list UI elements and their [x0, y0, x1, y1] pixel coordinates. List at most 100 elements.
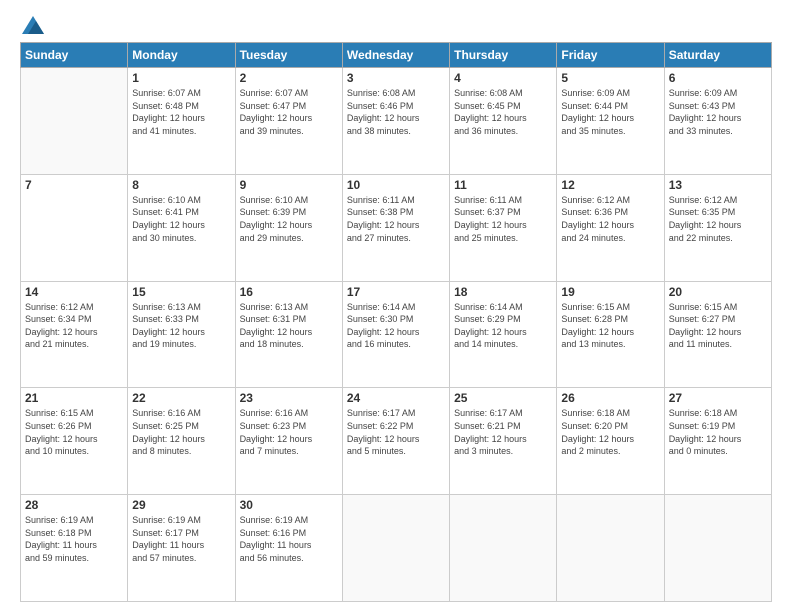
header	[20, 16, 772, 34]
calendar-cell: 25 Sunrise: 6:17 AM Sunset: 6:21 PM Dayli…	[450, 388, 557, 495]
day-info: Sunrise: 6:15 AM Sunset: 6:27 PM Dayligh…	[669, 301, 767, 351]
day-number: 17	[347, 285, 445, 299]
calendar-cell: 29 Sunrise: 6:19 AM Sunset: 6:17 PM Dayli…	[128, 495, 235, 602]
calendar-cell: 5 Sunrise: 6:09 AM Sunset: 6:44 PM Daylig…	[557, 68, 664, 175]
day-info: Sunrise: 6:18 AM Sunset: 6:19 PM Dayligh…	[669, 407, 767, 457]
day-number: 18	[454, 285, 552, 299]
day-info: Sunrise: 6:17 AM Sunset: 6:21 PM Dayligh…	[454, 407, 552, 457]
logo	[20, 16, 44, 34]
calendar-cell: 20 Sunrise: 6:15 AM Sunset: 6:27 PM Dayli…	[664, 281, 771, 388]
day-info: Sunrise: 6:18 AM Sunset: 6:20 PM Dayligh…	[561, 407, 659, 457]
calendar-cell: 22Sunrise: 6:16 AM Sunset: 6:25 PM Dayli…	[128, 388, 235, 495]
calendar-cell: 2 Sunrise: 6:07 AM Sunset: 6:47 PM Daylig…	[235, 68, 342, 175]
calendar-cell: 7	[21, 174, 128, 281]
day-number: 4	[454, 71, 552, 85]
weekday-header-monday: Monday	[128, 43, 235, 68]
day-info: Sunrise: 6:08 AM Sunset: 6:46 PM Dayligh…	[347, 87, 445, 137]
day-number: 25	[454, 391, 552, 405]
day-info: Sunrise: 6:12 AM Sunset: 6:35 PM Dayligh…	[669, 194, 767, 244]
calendar-table: SundayMondayTuesdayWednesdayThursdayFrid…	[20, 42, 772, 602]
day-info: Sunrise: 6:11 AM Sunset: 6:38 PM Dayligh…	[347, 194, 445, 244]
day-number: 11	[454, 178, 552, 192]
weekday-header-friday: Friday	[557, 43, 664, 68]
day-info: Sunrise: 6:12 AM Sunset: 6:34 PM Dayligh…	[25, 301, 123, 351]
calendar-week-row: 78 Sunrise: 6:10 AM Sunset: 6:41 PM Dayli…	[21, 174, 772, 281]
calendar-cell: 13 Sunrise: 6:12 AM Sunset: 6:35 PM Dayli…	[664, 174, 771, 281]
calendar-week-row: 21 Sunrise: 6:15 AM Sunset: 6:26 PM Dayli…	[21, 388, 772, 495]
day-number: 12	[561, 178, 659, 192]
day-number: 8	[132, 178, 230, 192]
calendar-cell: 15 Sunrise: 6:13 AM Sunset: 6:33 PM Dayli…	[128, 281, 235, 388]
weekday-header-sunday: Sunday	[21, 43, 128, 68]
calendar-cell: 12 Sunrise: 6:12 AM Sunset: 6:36 PM Dayli…	[557, 174, 664, 281]
calendar-cell	[557, 495, 664, 602]
day-info: Sunrise: 6:11 AM Sunset: 6:37 PM Dayligh…	[454, 194, 552, 244]
day-info: Sunrise: 6:17 AM Sunset: 6:22 PM Dayligh…	[347, 407, 445, 457]
day-info: Sunrise: 6:10 AM Sunset: 6:41 PM Dayligh…	[132, 194, 230, 244]
day-info: Sunrise: 6:14 AM Sunset: 6:30 PM Dayligh…	[347, 301, 445, 351]
calendar-cell: 18 Sunrise: 6:14 AM Sunset: 6:29 PM Dayli…	[450, 281, 557, 388]
weekday-header-thursday: Thursday	[450, 43, 557, 68]
day-info: Sunrise: 6:13 AM Sunset: 6:31 PM Dayligh…	[240, 301, 338, 351]
calendar-cell: 23 Sunrise: 6:16 AM Sunset: 6:23 PM Dayli…	[235, 388, 342, 495]
day-number: 16	[240, 285, 338, 299]
calendar-cell: 3Sunrise: 6:08 AM Sunset: 6:46 PM Daylig…	[342, 68, 449, 175]
calendar-cell: 27 Sunrise: 6:18 AM Sunset: 6:19 PM Dayli…	[664, 388, 771, 495]
day-number: 21	[25, 391, 123, 405]
day-number: 1	[132, 71, 230, 85]
weekday-header-tuesday: Tuesday	[235, 43, 342, 68]
day-info: Sunrise: 6:12 AM Sunset: 6:36 PM Dayligh…	[561, 194, 659, 244]
day-info: Sunrise: 6:14 AM Sunset: 6:29 PM Dayligh…	[454, 301, 552, 351]
day-info: Sunrise: 6:13 AM Sunset: 6:33 PM Dayligh…	[132, 301, 230, 351]
day-info: Sunrise: 6:15 AM Sunset: 6:26 PM Dayligh…	[25, 407, 123, 457]
calendar-cell: 1Sunrise: 6:07 AM Sunset: 6:48 PM Daylig…	[128, 68, 235, 175]
weekday-header-row: SundayMondayTuesdayWednesdayThursdayFrid…	[21, 43, 772, 68]
calendar-cell: 16 Sunrise: 6:13 AM Sunset: 6:31 PM Dayli…	[235, 281, 342, 388]
day-number: 13	[669, 178, 767, 192]
calendar-cell	[342, 495, 449, 602]
day-number: 14	[25, 285, 123, 299]
calendar-cell: 14 Sunrise: 6:12 AM Sunset: 6:34 PM Dayli…	[21, 281, 128, 388]
calendar-cell: 6 Sunrise: 6:09 AM Sunset: 6:43 PM Daylig…	[664, 68, 771, 175]
calendar-cell: 17 Sunrise: 6:14 AM Sunset: 6:30 PM Dayli…	[342, 281, 449, 388]
day-number: 7	[25, 178, 123, 192]
logo-icon	[22, 16, 44, 34]
day-number: 29	[132, 498, 230, 512]
day-info: Sunrise: 6:19 AM Sunset: 6:17 PM Dayligh…	[132, 514, 230, 564]
day-number: 28	[25, 498, 123, 512]
day-info: Sunrise: 6:09 AM Sunset: 6:44 PM Dayligh…	[561, 87, 659, 137]
calendar-cell: 4Sunrise: 6:08 AM Sunset: 6:45 PM Daylig…	[450, 68, 557, 175]
day-info: Sunrise: 6:10 AM Sunset: 6:39 PM Dayligh…	[240, 194, 338, 244]
calendar-cell	[664, 495, 771, 602]
day-number: 19	[561, 285, 659, 299]
calendar-cell: 26 Sunrise: 6:18 AM Sunset: 6:20 PM Dayli…	[557, 388, 664, 495]
calendar-cell: 21 Sunrise: 6:15 AM Sunset: 6:26 PM Dayli…	[21, 388, 128, 495]
day-info: Sunrise: 6:19 AM Sunset: 6:16 PM Dayligh…	[240, 514, 338, 564]
day-number: 6	[669, 71, 767, 85]
day-number: 27	[669, 391, 767, 405]
day-info: Sunrise: 6:19 AM Sunset: 6:18 PM Dayligh…	[25, 514, 123, 564]
day-number: 22	[132, 391, 230, 405]
calendar-cell: 10 Sunrise: 6:11 AM Sunset: 6:38 PM Dayli…	[342, 174, 449, 281]
calendar-cell: 19 Sunrise: 6:15 AM Sunset: 6:28 PM Dayli…	[557, 281, 664, 388]
day-number: 2	[240, 71, 338, 85]
day-number: 10	[347, 178, 445, 192]
day-info: Sunrise: 6:07 AM Sunset: 6:47 PM Dayligh…	[240, 87, 338, 137]
calendar-week-row: 28 Sunrise: 6:19 AM Sunset: 6:18 PM Dayli…	[21, 495, 772, 602]
day-number: 9	[240, 178, 338, 192]
weekday-header-wednesday: Wednesday	[342, 43, 449, 68]
calendar-week-row: 1Sunrise: 6:07 AM Sunset: 6:48 PM Daylig…	[21, 68, 772, 175]
calendar-cell	[21, 68, 128, 175]
day-number: 24	[347, 391, 445, 405]
day-number: 23	[240, 391, 338, 405]
day-number: 26	[561, 391, 659, 405]
day-number: 20	[669, 285, 767, 299]
calendar-cell: 9 Sunrise: 6:10 AM Sunset: 6:39 PM Daylig…	[235, 174, 342, 281]
day-number: 15	[132, 285, 230, 299]
day-info: Sunrise: 6:15 AM Sunset: 6:28 PM Dayligh…	[561, 301, 659, 351]
day-info: Sunrise: 6:16 AM Sunset: 6:23 PM Dayligh…	[240, 407, 338, 457]
day-number: 5	[561, 71, 659, 85]
calendar-cell	[450, 495, 557, 602]
day-info: Sunrise: 6:09 AM Sunset: 6:43 PM Dayligh…	[669, 87, 767, 137]
calendar-cell: 8 Sunrise: 6:10 AM Sunset: 6:41 PM Daylig…	[128, 174, 235, 281]
